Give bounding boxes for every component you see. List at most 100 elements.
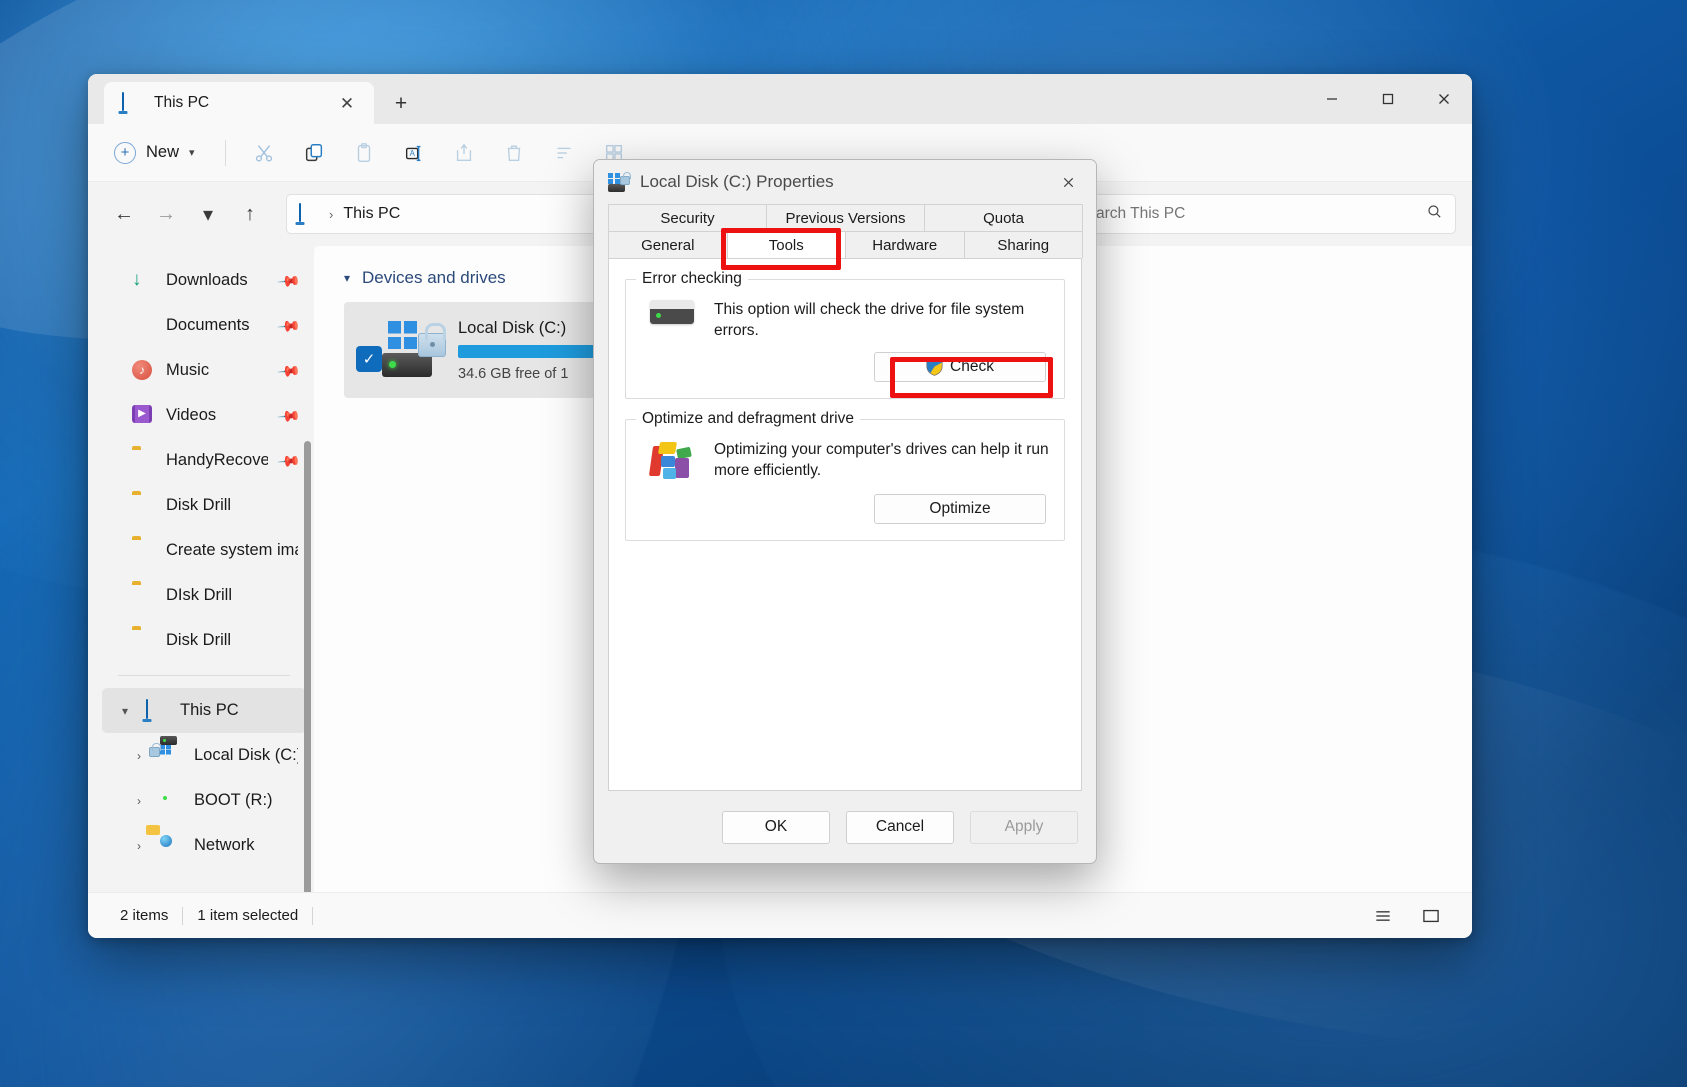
sidebar-item-music[interactable]: ♪ Music 📌	[102, 348, 306, 393]
check-button[interactable]: Check	[874, 351, 1046, 382]
delete-icon[interactable]	[492, 133, 536, 173]
tab-this-pc[interactable]: This PC ✕	[104, 82, 374, 124]
error-checking-group: Error checking This option will check th…	[625, 270, 1065, 399]
recent-locations-button[interactable]: ▾	[188, 194, 228, 234]
apply-button: Apply	[970, 810, 1078, 844]
dialog-tab-row-1: Security Previous Versions Quota	[608, 204, 1083, 231]
sidebar-item-this-pc[interactable]: ▾ This PC	[102, 688, 306, 733]
chevron-down-icon[interactable]: ▾	[344, 271, 350, 285]
status-divider	[312, 906, 314, 925]
sidebar-item-label: DIsk Drill	[166, 586, 232, 604]
drive-info: Local Disk (C:) 34.6 GB free of 1	[458, 318, 718, 382]
local-disk-properties-dialog: Local Disk (C:) Properties Security Prev…	[593, 159, 1097, 864]
dialog-tabs: Security Previous Versions Quota General…	[594, 204, 1096, 258]
tab-previous-versions[interactable]: Previous Versions	[766, 204, 925, 231]
search-input[interactable]: Search This PC	[1064, 194, 1456, 234]
copy-icon[interactable]	[292, 133, 336, 173]
chevron-right-icon[interactable]: ›	[130, 794, 148, 808]
plus-icon: +	[114, 141, 136, 164]
toolbar-divider	[224, 139, 226, 166]
video-icon: ▶	[132, 404, 154, 427]
forward-button[interactable]: →	[146, 194, 186, 234]
close-icon[interactable]: ✕	[332, 88, 362, 118]
defragment-icon	[648, 440, 696, 484]
sidebar-item-downloads[interactable]: ↓ Downloads 📌	[102, 258, 306, 303]
new-button[interactable]: + New ▾	[104, 135, 209, 171]
cancel-button[interactable]: Cancel	[846, 810, 954, 844]
uac-shield-icon	[926, 357, 943, 377]
drive-lock-icon	[149, 735, 182, 767]
minimize-icon[interactable]	[1304, 74, 1360, 124]
sidebar-item-boot-r[interactable]: › BOOT (R:)	[102, 778, 306, 823]
title-bar: This PC ✕ +	[88, 74, 1472, 124]
tab-quota[interactable]: Quota	[924, 204, 1083, 231]
network-icon	[146, 824, 182, 857]
sidebar-item-label: Downloads	[166, 271, 248, 289]
sidebar-item-label: HandyRecovery	[166, 451, 268, 469]
music-icon: ♪	[132, 359, 154, 382]
sidebar-item-disk-drill-3[interactable]: Disk Drill	[102, 618, 306, 663]
dialog-title: Local Disk (C:) Properties	[640, 172, 834, 191]
breadcrumb-current[interactable]: This PC	[343, 205, 400, 223]
share-icon[interactable]	[442, 133, 486, 173]
tiles-view-icon[interactable]	[1414, 901, 1448, 931]
selection-checkbox[interactable]: ✓	[356, 346, 382, 372]
pin-icon[interactable]: 📌	[276, 313, 301, 339]
sort-icon[interactable]	[542, 133, 586, 173]
pin-icon[interactable]: 📌	[276, 268, 301, 294]
paste-icon[interactable]	[342, 133, 386, 173]
close-icon[interactable]	[1416, 74, 1472, 124]
drive-lock-icon	[608, 171, 631, 192]
optimize-defragment-group: Optimize and defragment drive Optimizing…	[625, 409, 1065, 541]
sidebar-item-videos[interactable]: ▶ Videos 📌	[102, 393, 306, 438]
drive-icon	[160, 790, 182, 812]
up-button[interactable]: ↑	[230, 194, 270, 234]
status-selection: 1 item selected	[197, 907, 299, 924]
chevron-right-icon[interactable]: ›	[130, 839, 148, 853]
error-checking-row: This option will check the drive for fil…	[640, 290, 1050, 348]
sidebar-item-label: Disk Drill	[166, 496, 232, 514]
rename-icon[interactable]: A	[392, 133, 436, 173]
pin-icon[interactable]: 📌	[276, 403, 301, 429]
tab-security[interactable]: Security	[608, 204, 767, 231]
hard-drive-icon	[648, 300, 696, 324]
optimize-group-label: Optimize and defragment drive	[636, 409, 860, 428]
optimize-actions: Optimize	[640, 490, 1050, 524]
tab-general[interactable]: General	[608, 231, 728, 258]
sidebar-item-disk-drill-2[interactable]: DIsk Drill	[102, 573, 306, 618]
close-icon[interactable]	[1046, 162, 1090, 202]
new-tab-button[interactable]: +	[386, 88, 416, 118]
chevron-down-icon[interactable]: ▾	[116, 704, 134, 718]
sidebar-item-network[interactable]: › Network	[102, 823, 306, 868]
search-icon[interactable]	[1426, 203, 1443, 225]
error-checking-actions: Check	[640, 348, 1050, 382]
error-checking-description: This option will check the drive for fil…	[714, 301, 1025, 339]
sidebar-item-disk-drill-1[interactable]: Disk Drill	[102, 483, 306, 528]
ok-button[interactable]: OK	[722, 810, 830, 844]
tools-tab-panel: Error checking This option will check th…	[608, 258, 1082, 791]
status-item-count: 2 items	[120, 907, 169, 924]
drive-name: Local Disk (C:)	[458, 318, 567, 337]
chevron-right-icon[interactable]: ›	[130, 749, 148, 763]
status-bar: 2 items 1 item selected	[88, 892, 1472, 938]
back-button[interactable]: ←	[104, 194, 144, 234]
details-view-icon[interactable]	[1366, 901, 1400, 931]
sidebar-item-handyrecovery[interactable]: HandyRecovery 📌	[102, 438, 306, 483]
sidebar-item-documents[interactable]: Documents 📌	[102, 303, 306, 348]
drive-tile-local-disk-c[interactable]: ✓ Local Disk (C:) 34.6 GB free of 1	[344, 302, 718, 398]
sidebar-item-local-disk-c[interactable]: › Local Disk (C:)	[102, 733, 306, 778]
sidebar-item-create-system-image[interactable]: Create system image	[102, 528, 306, 573]
maximize-icon[interactable]	[1360, 74, 1416, 124]
tab-sharing[interactable]: Sharing	[963, 231, 1083, 258]
folder-icon	[132, 540, 154, 562]
dialog-title-bar: Local Disk (C:) Properties	[594, 160, 1096, 204]
optimize-button[interactable]: Optimize	[874, 493, 1046, 524]
sidebar-scrollbar[interactable]	[304, 441, 311, 892]
tab-tools[interactable]: Tools	[726, 231, 846, 258]
tab-hardware[interactable]: Hardware	[845, 231, 965, 258]
navigation-pane: ↓ Downloads 📌 Documents 📌 ♪ Music 📌 ▶ Vi…	[88, 246, 314, 892]
pin-icon[interactable]: 📌	[276, 358, 301, 384]
monitor-icon	[299, 203, 319, 224]
pin-icon[interactable]: 📌	[276, 448, 301, 474]
cut-icon[interactable]	[242, 133, 286, 173]
